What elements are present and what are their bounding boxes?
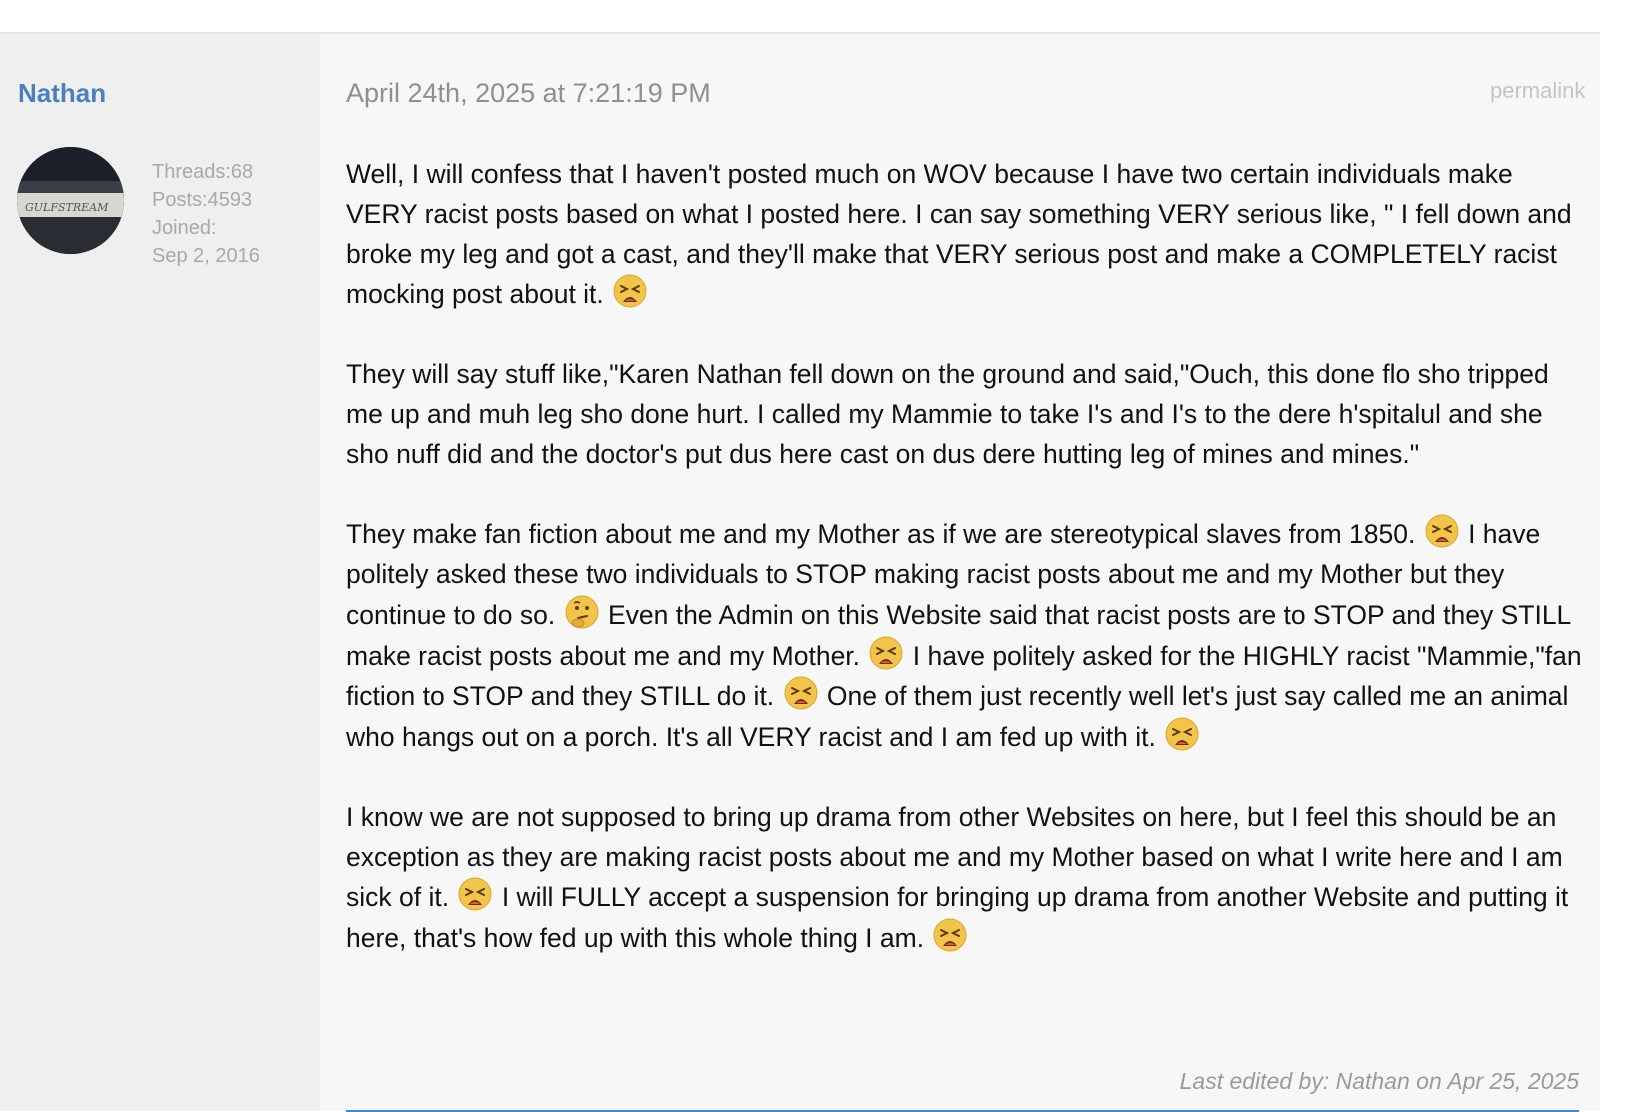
post-text: Well, I will confess that I haven't post… — [346, 159, 1572, 310]
post-body: Well, I will confess that I haven't post… — [346, 155, 1586, 999]
avatar-logo-text: GULFSTREAM — [25, 201, 109, 214]
tired-face-emoji — [933, 918, 967, 952]
tired-face-emoji — [1165, 717, 1199, 751]
tired-face-emoji — [458, 877, 492, 911]
post-paragraph: They will say stuff like,"Karen Nathan f… — [346, 355, 1586, 474]
tired-face-emoji — [784, 676, 818, 710]
thinking-face-emoji — [565, 595, 599, 629]
top-bar — [0, 0, 1600, 34]
tired-face-emoji — [1425, 514, 1459, 548]
author-avatar[interactable]: GULFSTREAM — [17, 147, 124, 254]
post-timestamp: April 24th, 2025 at 7:21:19 PM — [346, 78, 711, 108]
joined-date: Sep 2, 2016 — [152, 245, 260, 267]
last-edited-note: Last edited by: Nathan on Apr 25, 2025 — [1179, 1068, 1579, 1094]
post-paragraph: Well, I will confess that I haven't post… — [346, 155, 1586, 315]
post-text: They make fan fiction about me and my Mo… — [346, 519, 1423, 550]
threads-count: Threads:68 — [152, 161, 254, 183]
joined-label: Joined: — [152, 217, 217, 239]
post-text: They will say stuff like,"Karen Nathan f… — [346, 358, 1549, 469]
permalink-link[interactable]: permalink — [1490, 78, 1602, 104]
author-stats: Threads:68 Posts:4593 Joined: Sep 2, 201… — [152, 158, 260, 270]
post-paragraph: They make fan fiction about me and my Mo… — [346, 514, 1586, 758]
author-username-link[interactable]: Nathan — [18, 78, 106, 109]
post-paragraph: I know we are not supposed to bring up d… — [346, 798, 1586, 959]
tired-face-emoji — [869, 636, 903, 670]
posts-count: Posts:4593 — [152, 189, 253, 211]
tired-face-emoji — [613, 274, 647, 308]
